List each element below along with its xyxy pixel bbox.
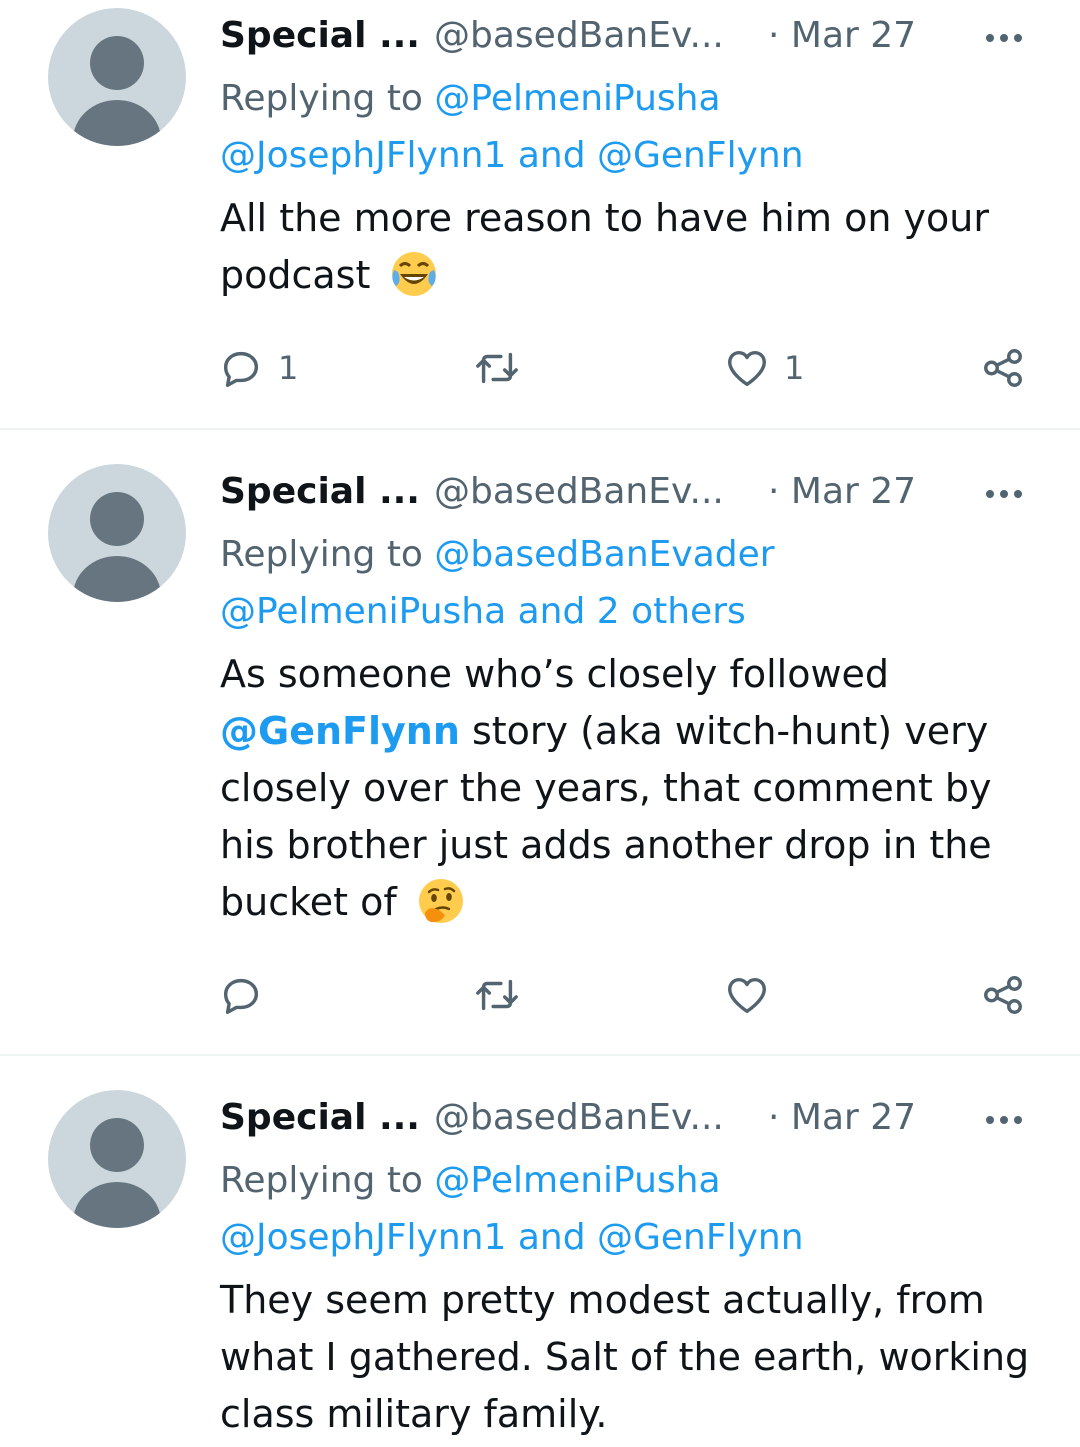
tweet-header: Special ... @basedBanEv... · Mar 27: [220, 467, 940, 517]
replying-to-line: Replying to @PelmeniPusha: [220, 1152, 1060, 1209]
tweet-actions: 1 1: [218, 343, 1038, 393]
replying-to-label: Replying to: [220, 534, 423, 575]
replying-to-others-link[interactable]: @PelmeniPusha and 2 others: [220, 583, 1060, 640]
avatar[interactable]: [48, 1090, 186, 1228]
replying-to-link[interactable]: @PelmeniPusha: [434, 78, 720, 119]
reply-icon: [223, 978, 259, 1014]
more-icon-dot: [1000, 1116, 1008, 1124]
user-handle[interactable]: @basedBanEv...: [434, 15, 724, 56]
avatar-body-shape: [73, 100, 161, 146]
tweet-text-content: All the more reason to have him on your …: [220, 196, 989, 297]
thinking-face-icon: [418, 879, 463, 923]
share-icon: [984, 976, 1022, 1014]
more-options-button[interactable]: [978, 1099, 1038, 1139]
tweet[interactable]: Special ... @basedBanEv... · Mar 27 Reply…: [0, 430, 1080, 1055]
replying-to-label: Replying to: [220, 78, 423, 119]
share-button[interactable]: [980, 343, 1026, 393]
retweet-icon: [476, 979, 518, 1011]
like-button[interactable]: 1: [724, 343, 804, 393]
display-name[interactable]: Special ...: [220, 15, 420, 56]
tweet-actions: [218, 970, 1038, 1020]
like-count: 1: [784, 349, 805, 387]
more-icon-dot: [1014, 1116, 1022, 1124]
more-icon-dot: [1014, 490, 1022, 498]
replying-to-line: Replying to @PelmeniPusha: [220, 70, 1060, 127]
replying-to-others-link[interactable]: @JosephJFlynn1 and @GenFlynn: [220, 1209, 1060, 1266]
tweet[interactable]: Special ... @basedBanEv... · Mar 27 Reply…: [0, 0, 1080, 430]
reply-icon: [223, 351, 259, 387]
avatar[interactable]: [48, 464, 186, 602]
more-icon-dot: [1000, 490, 1008, 498]
like-button[interactable]: [724, 970, 784, 1020]
tweet[interactable]: Special ... @basedBanEv... · Mar 27 Reply…: [0, 1056, 1080, 1447]
avatar-head-shape: [90, 36, 144, 90]
more-options-button[interactable]: [978, 473, 1038, 513]
replying-to-link[interactable]: @basedBanEvader: [434, 534, 774, 575]
retweet-button[interactable]: [474, 343, 534, 393]
more-icon: [986, 1116, 994, 1124]
avatar-head-shape: [90, 492, 144, 546]
tweet-header: Special ... @basedBanEv... · Mar 27: [220, 11, 940, 61]
mention-link[interactable]: @GenFlynn: [220, 709, 460, 753]
more-icon-dot: [1000, 34, 1008, 42]
avatar[interactable]: [48, 8, 186, 146]
reply-button[interactable]: 1: [218, 343, 298, 393]
more-options-button[interactable]: [978, 17, 1038, 57]
tweet-date[interactable]: · Mar 27: [768, 11, 916, 61]
display-name[interactable]: Special ...: [220, 471, 420, 512]
avatar-body-shape: [73, 1182, 161, 1228]
tweet-text: They seem pretty modest actually, from w…: [220, 1272, 1040, 1443]
replying-to-link[interactable]: @PelmeniPusha: [434, 1160, 720, 1201]
avatar-head-shape: [90, 1118, 144, 1172]
retweet-icon: [476, 352, 518, 384]
like-icon: [728, 977, 766, 1014]
user-handle[interactable]: @basedBanEv...: [434, 1097, 724, 1138]
tweet-text: As someone who’s closely followed @GenFl…: [220, 646, 1040, 931]
tweet-text: All the more reason to have him on your …: [220, 190, 1040, 304]
replying-to-line: Replying to @basedBanEvader: [220, 526, 1060, 583]
more-icon-dot: [1014, 34, 1022, 42]
share-button[interactable]: [980, 970, 1026, 1020]
reply-count: 1: [278, 349, 299, 387]
tweet-text-content: As someone who’s closely followed: [220, 652, 890, 696]
replying-to-others-link[interactable]: @JosephJFlynn1 and @GenFlynn: [220, 127, 1060, 184]
like-icon: [728, 350, 766, 387]
more-icon: [986, 34, 994, 42]
retweet-button[interactable]: [474, 970, 534, 1020]
user-handle[interactable]: @basedBanEv...: [434, 471, 724, 512]
share-icon: [984, 349, 1022, 387]
face-with-tears-of-joy-icon: [392, 252, 437, 296]
tweet-date[interactable]: · Mar 27: [768, 1093, 916, 1143]
tweet-header: Special ... @basedBanEv... · Mar 27: [220, 1093, 940, 1143]
reply-button[interactable]: [218, 970, 278, 1020]
replying-to-label: Replying to: [220, 1160, 423, 1201]
avatar-body-shape: [73, 556, 161, 602]
tweet-text-content: They seem pretty modest actually, from w…: [220, 1278, 1030, 1436]
display-name[interactable]: Special ...: [220, 1097, 420, 1138]
tweet-date[interactable]: · Mar 27: [768, 467, 916, 517]
more-icon: [986, 490, 994, 498]
